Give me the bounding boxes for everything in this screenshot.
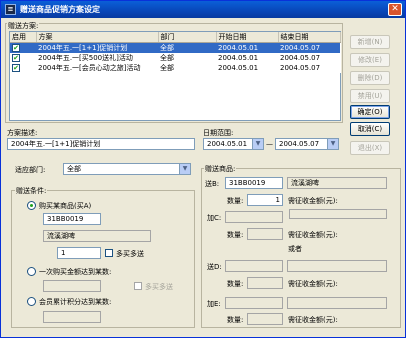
row-start-date: 2004.05.01: [218, 64, 259, 72]
edit-button[interactable]: 修改(E): [350, 53, 390, 67]
send-b-qty-label: 数量:: [227, 197, 244, 205]
send-b-amount-field: [289, 209, 387, 219]
member-points-input[interactable]: [43, 311, 101, 323]
purchase-amount-multi-checkbox[interactable]: [134, 282, 142, 290]
delete-button[interactable]: 删除(D): [350, 71, 390, 85]
end-date-value: 2004.05.07: [279, 140, 320, 148]
date-range-label: 日期范围:: [203, 129, 234, 137]
description-input[interactable]: 2004年五.一[1+1]促销计划: [7, 138, 195, 150]
col-header-start[interactable]: 开始日期: [216, 32, 279, 43]
ok-button[interactable]: 确定(O): [350, 105, 390, 119]
plus-c-amount-label: 需征收金额(元):: [288, 231, 338, 239]
dialog-window: ≡ 赠送商品促销方案设定 ✕ 赠送方案: 启用 方案 部门 开始日期 结束日期 …: [0, 0, 406, 338]
buy-item-multi-label: 多买多送: [116, 250, 144, 258]
send-d-qty-input[interactable]: [247, 277, 283, 289]
row-plan-name: 2004年五.一[1+1]促销计划: [36, 42, 158, 53]
send-b-code-input[interactable]: 31BB0019: [225, 177, 283, 189]
date-range-separator: —: [266, 140, 273, 148]
window-title: 赠送商品促销方案设定: [20, 5, 100, 14]
buy-item-name-field: 流溪湖啤: [43, 230, 151, 242]
member-points-radio[interactable]: [27, 297, 36, 306]
add-button[interactable]: 新增(N): [350, 35, 390, 49]
plus-e-qty-label: 数量:: [227, 316, 244, 324]
plus-c-qty-input[interactable]: [247, 228, 283, 240]
plus-c-label: 加C:: [207, 214, 222, 222]
plans-table: 启用 方案 部门 开始日期 结束日期 ✔ 2004年五.一[1+1]促销计划 全…: [10, 32, 341, 73]
description-label: 方案描述:: [7, 129, 38, 137]
purchase-amount-multi-label: 多买多送: [145, 283, 173, 291]
purchase-amount-radio[interactable]: [27, 267, 36, 276]
col-header-dept[interactable]: 部门: [158, 32, 217, 43]
purchase-amount-input[interactable]: [43, 280, 101, 292]
row-enabled-checkbox[interactable]: ✔: [12, 44, 20, 52]
buy-item-code-input[interactable]: 31BB0019: [43, 213, 101, 225]
send-b-name-field: 流溪湖啤: [287, 177, 387, 189]
start-date-value: 2004.05.01: [207, 140, 248, 148]
send-d-qty-label: 数量:: [227, 280, 244, 288]
plans-group-label: 赠送方案:: [7, 21, 40, 31]
row-enabled-checkbox[interactable]: ✔: [12, 54, 20, 62]
send-b-amount-label: 需征收金额(元):: [288, 197, 338, 205]
or-separator-label: 或者: [288, 245, 302, 253]
send-b-qty-input[interactable]: 1: [247, 194, 283, 206]
plus-e-qty-input[interactable]: [247, 313, 283, 325]
start-date-picker[interactable]: 2004.05.01 ▼: [203, 138, 264, 150]
buy-item-multi-checkbox[interactable]: [105, 249, 113, 257]
end-date-picker[interactable]: 2004.05.07 ▼: [275, 138, 339, 150]
row-dept: 全部: [160, 54, 174, 62]
row-plan-name: 2004年五.一[会员心动之旅]活动: [38, 64, 141, 72]
department-select[interactable]: 全部 ▼: [63, 163, 191, 175]
row-dept: 全部: [160, 64, 174, 72]
row-plan-name: 2004年五.一[买500送礼]活动: [38, 54, 133, 62]
send-d-amount-label: 需征收金额(元):: [288, 280, 338, 288]
close-button[interactable]: ✕: [388, 3, 402, 16]
title-bar[interactable]: ≡ 赠送商品促销方案设定 ✕: [1, 1, 405, 18]
row-end-date: 2004.05.07: [278, 42, 340, 53]
chevron-down-icon[interactable]: ▼: [327, 139, 338, 149]
buy-item-label: 购买某商品(买A): [39, 202, 92, 210]
chevron-down-icon[interactable]: ▼: [179, 164, 190, 174]
row-end-date: 2004.05.07: [280, 64, 321, 72]
row-start-date: 2004.05.01: [218, 54, 259, 62]
buy-item-radio[interactable]: [27, 201, 36, 210]
exit-button[interactable]: 退出(X): [350, 141, 390, 155]
table-row[interactable]: ✔ 2004年五.一[会员心动之旅]活动 全部 2004.05.01 2004.…: [10, 63, 340, 73]
plus-c-qty-label: 数量:: [227, 231, 244, 239]
send-b-label: 送B:: [205, 180, 220, 188]
plus-e-code-input[interactable]: [225, 297, 283, 309]
row-start-date: 2004.05.01: [216, 42, 278, 53]
send-d-label: 送D:: [207, 263, 222, 271]
plus-e-amount-label: 需征收金额(元):: [288, 316, 338, 324]
col-header-enabled[interactable]: 启用: [10, 32, 37, 43]
col-header-plan[interactable]: 方案: [36, 32, 159, 43]
row-dept: 全部: [158, 42, 216, 53]
table-row[interactable]: ✔ 2004年五.一[买500送礼]活动 全部 2004.05.01 2004.…: [10, 53, 340, 63]
department-value: 全部: [67, 165, 81, 173]
buy-item-qty-input[interactable]: 1: [57, 247, 101, 259]
chevron-down-icon[interactable]: ▼: [252, 139, 263, 149]
send-d-name-field: [287, 260, 387, 272]
plus-c-code-input[interactable]: [225, 211, 283, 223]
col-header-end[interactable]: 结束日期: [278, 32, 341, 43]
row-end-date: 2004.05.07: [280, 54, 321, 62]
department-label: 适应部门:: [15, 166, 46, 174]
plus-e-name-field: [287, 297, 387, 309]
disable-button[interactable]: 禁用(U): [350, 89, 390, 103]
conditions-group-label: 赠送条件:: [15, 186, 48, 196]
app-icon: ≡: [5, 4, 16, 15]
purchase-amount-label: 一次购买金额达到某数:: [39, 268, 112, 276]
cancel-button[interactable]: 取消(C): [350, 122, 390, 136]
gifts-group-label: 赠送商品:: [204, 164, 237, 174]
member-points-label: 会员累计积分达到某数:: [39, 298, 112, 306]
row-enabled-checkbox[interactable]: ✔: [12, 64, 20, 72]
plus-e-label: 加E:: [207, 300, 221, 308]
send-d-code-input[interactable]: [225, 260, 283, 272]
table-row[interactable]: ✔ 2004年五.一[1+1]促销计划 全部 2004.05.01 2004.0…: [10, 42, 340, 53]
